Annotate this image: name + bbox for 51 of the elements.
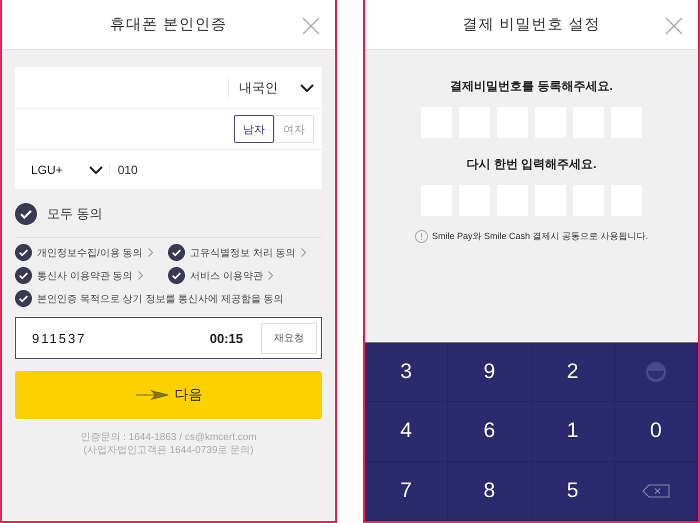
phone-prefix: 010 [118,162,138,176]
arrow-icon [134,390,168,400]
panel-title: 결제 비밀번호 설정 [462,15,601,34]
nationality-select[interactable]: 내국인 [228,76,314,98]
close-icon[interactable] [665,17,683,35]
checkbox[interactable] [15,290,32,307]
info-icon [414,230,428,243]
digit-key[interactable]: 9 [448,343,532,402]
agreement-label: 통신사 이용약관 동의 [37,270,133,282]
backspace-icon [642,484,670,498]
digit-key[interactable]: 5 [532,462,615,521]
backspace-key[interactable] [614,462,698,521]
close-icon[interactable] [302,17,320,35]
support-text: (사업자법인고객은 1644-0739로 문의) [82,444,255,457]
checkbox[interactable] [15,267,32,284]
code-value: 911537 [32,330,88,346]
chevron-down-icon [88,166,103,174]
agree-all-label: 모두 동의 [47,204,103,222]
agreement-label: 서비스 이용약관 [190,270,263,282]
agreement-label: 개인정보수집/이용 동의 [37,246,143,260]
timer: 00:15 [210,330,243,346]
gender-option[interactable]: 남자 [234,115,274,143]
panel-title: 휴대폰 본인인증 [110,15,228,34]
digit-key[interactable]: 2 [532,343,615,402]
digit-key[interactable]: 1 [532,402,615,462]
digit-key[interactable]: 6 [448,402,532,462]
carrier-select[interactable]: LGU+ [31,162,110,176]
next-button[interactable]: 다음 [15,371,322,419]
digit-key[interactable]: 0 [614,402,698,462]
digit-key[interactable]: 3 [365,343,448,402]
code-field[interactable]: 911537 00:15 재요청 [15,317,322,359]
resend-button[interactable]: 재요청 [261,322,317,354]
checkbox[interactable] [168,267,185,284]
digit-key[interactable]: 7 [365,462,448,521]
chevron-right-icon[interactable] [138,271,143,280]
checkbox[interactable] [15,244,32,261]
agreement-label: 본인인증 목적으로 상기 정보를 통신사에 제공함을 동의 [37,292,284,306]
support-text: 인증문의 : 1644-1863 / cs@kmcert.com [79,431,258,444]
chevron-right-icon[interactable] [268,271,273,280]
digit-key[interactable]: 8 [448,462,532,521]
chevron-down-icon [300,84,314,92]
chevron-right-icon[interactable] [148,248,153,257]
pin-prompt: 다시 한번 입력해주세요. [466,156,596,173]
digit-key[interactable]: 4 [365,402,448,462]
chevron-right-icon[interactable] [300,248,306,257]
checkbox[interactable] [15,202,37,224]
notice-text: Smile Pay와 Smile Cash 결제시 공통으로 사용됩니다. [432,230,648,243]
logo-icon [646,362,666,382]
checkbox[interactable] [168,244,185,261]
pin-prompt: 결제비밀번호를 등록해주세요. [450,78,613,95]
agreement-label: 고유식별정보 처리 동의 [190,246,296,260]
